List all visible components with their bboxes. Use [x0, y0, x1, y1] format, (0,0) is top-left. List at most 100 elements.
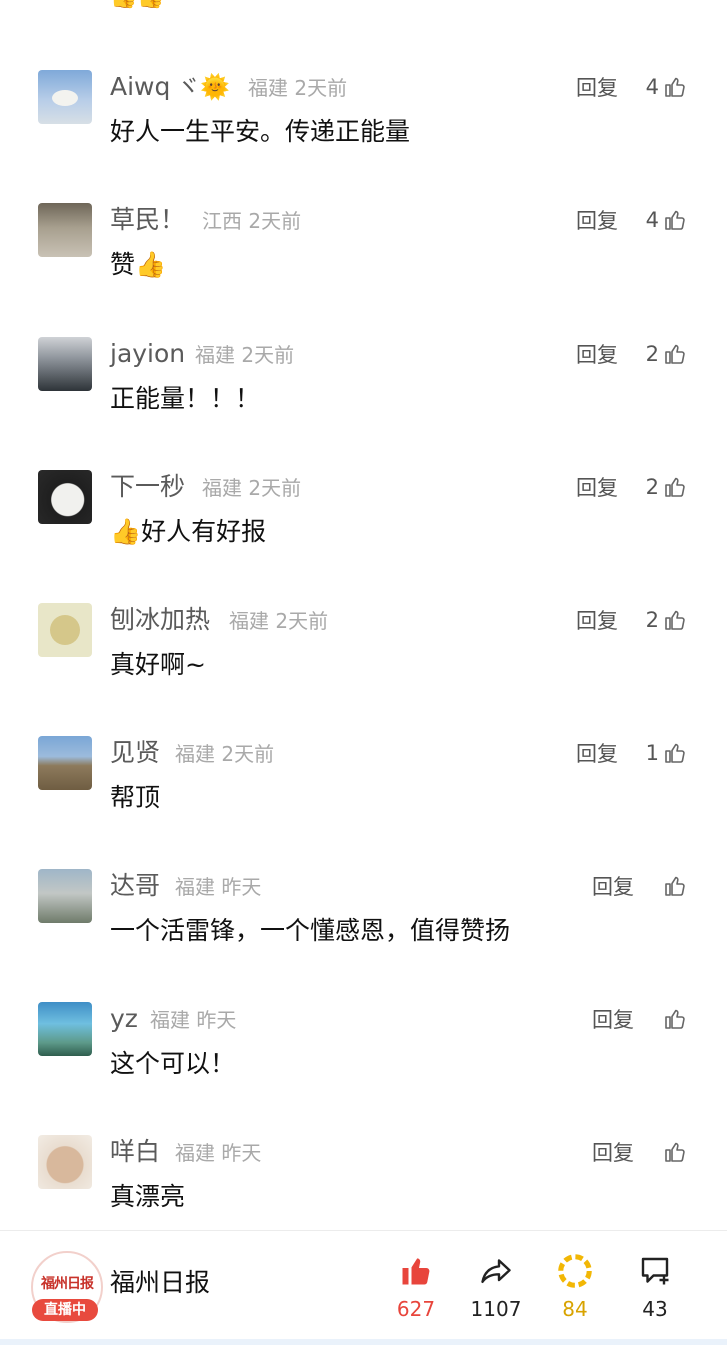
avatar[interactable] [38, 470, 92, 524]
share-action[interactable]: 1107 [456, 1251, 536, 1323]
username-text: 草民！ [110, 205, 186, 234]
avatar[interactable] [38, 203, 92, 257]
like-button[interactable] [659, 1004, 687, 1034]
comment-text: 真好啊~ [110, 650, 206, 679]
comment-meta: 福建 2天前 [202, 475, 301, 501]
reply-button[interactable]: 回复 [592, 1139, 634, 1167]
reply-button[interactable]: 回复 [576, 207, 618, 235]
region: 福建 [248, 76, 288, 100]
comment-meta: 福建 2天前 [195, 342, 294, 368]
like-button[interactable] [659, 871, 687, 901]
like-count: 4 [645, 75, 659, 99]
region: 福建 [229, 609, 269, 633]
region: 福建 [175, 875, 215, 899]
username[interactable]: 达哥 [110, 869, 160, 903]
thumbs-up-icon [663, 1007, 687, 1031]
username[interactable]: jayion [110, 337, 185, 371]
timestamp: 2天前 [294, 76, 348, 100]
username[interactable]: 草民！ [110, 203, 185, 237]
username-text: 刨冰加热 [110, 605, 211, 634]
avatar[interactable] [38, 603, 92, 657]
thumbs-up-filled-icon [376, 1251, 456, 1291]
comment-meta: 福建 2天前 [229, 608, 328, 634]
comment-meta: 福建 昨天 [150, 1007, 236, 1033]
like-button[interactable]: 2 [646, 605, 687, 635]
comment-text: 真漂亮 [110, 1182, 186, 1211]
like-button[interactable]: 4 [646, 72, 687, 102]
comment-item: Aiwq ヾ🌞 福建 2天前 回复 4 好人一生平安。传递正能量 [0, 70, 727, 190]
thumbs-up-icon [663, 475, 687, 499]
like-button[interactable]: 1 [646, 738, 687, 768]
reply-button[interactable]: 回复 [576, 740, 618, 768]
comment-item: 下一秒 福建 2天前 回复 2 👍好人有好报 [0, 470, 727, 590]
username[interactable]: yz [110, 1002, 138, 1036]
like-count: 4 [645, 208, 659, 232]
region: 福建 [195, 343, 235, 367]
share-arrow-icon [456, 1251, 536, 1291]
brand-name[interactable]: 福州日报 [110, 1267, 210, 1299]
like-button[interactable]: 2 [646, 339, 687, 369]
comment-text: 赞👍 [110, 250, 167, 279]
username[interactable]: Aiwq ヾ🌞 [110, 70, 230, 104]
share-count: 1107 [470, 1297, 522, 1321]
username-text: jayion [110, 339, 186, 368]
bottom-action-bar: 福州日报 直播中 福州日报 627 1107 84 43 [0, 1230, 727, 1346]
like-button[interactable] [659, 1137, 687, 1167]
like-count: 2 [645, 342, 659, 366]
comment-text: 这个可以！ [110, 1049, 236, 1078]
reply-button[interactable]: 回复 [592, 1006, 634, 1034]
favorite-action[interactable]: 84 [535, 1251, 615, 1323]
comment-text: 好人一生平安。传递正能量 [110, 117, 411, 146]
username[interactable]: 见贤 [110, 736, 160, 770]
timestamp: 2天前 [221, 742, 275, 766]
avatar[interactable] [38, 1002, 92, 1056]
timestamp: 2天前 [248, 209, 302, 233]
comment-item: 刨冰加热 福建 2天前 回复 2 真好啊~ [0, 603, 727, 723]
like-action[interactable]: 627 [376, 1251, 456, 1323]
favorite-count: 84 [562, 1297, 588, 1321]
username-text: yz [110, 1004, 138, 1033]
reply-button[interactable]: 回复 [576, 74, 618, 102]
comment-meta: 江西 2天前 [202, 208, 301, 234]
comment-text: 帮顶 [110, 783, 161, 812]
avatar[interactable] [38, 337, 92, 391]
reply-button[interactable]: 回复 [576, 341, 618, 369]
thumbs-up-icon [663, 608, 687, 632]
reply-button[interactable]: 回复 [592, 873, 634, 901]
avatar[interactable] [38, 70, 92, 124]
avatar[interactable] [38, 736, 92, 790]
like-button[interactable]: 2 [646, 472, 687, 502]
region: 福建 [175, 742, 215, 766]
comment-meta: 福建 2天前 [248, 75, 347, 101]
like-count-total: 627 [396, 1297, 436, 1321]
username-text: Aiwq [110, 72, 171, 101]
thumbs-up-icon [663, 874, 687, 898]
partial-emoji: 👍👍 [110, 0, 165, 10]
live-badge: 直播中 [32, 1299, 98, 1321]
like-count: 1 [645, 741, 659, 765]
timestamp: 昨天 [196, 1008, 237, 1032]
reply-button[interactable]: 回复 [576, 474, 618, 502]
thumbs-up-icon [663, 75, 687, 99]
avatar[interactable] [38, 1135, 92, 1189]
comment-meta: 福建 昨天 [175, 874, 261, 900]
like-button[interactable]: 4 [646, 205, 687, 235]
logo-text: 福州日报 [41, 1276, 94, 1292]
comment-count: 43 [642, 1297, 668, 1321]
username[interactable]: 刨冰加热 [110, 603, 210, 637]
username[interactable]: 下一秒 [110, 470, 185, 504]
comment-text: 👍好人有好报 [110, 517, 267, 546]
reply-button[interactable]: 回复 [576, 607, 618, 635]
region: 福建 [202, 476, 242, 500]
avatar[interactable] [38, 869, 92, 923]
bottom-edge [0, 1339, 727, 1345]
timestamp: 昨天 [221, 1141, 262, 1165]
thumbs-up-icon [663, 208, 687, 232]
comment-item: 草民！ 江西 2天前 回复 4 赞👍 [0, 203, 727, 323]
thumbs-up-icon [663, 741, 687, 765]
timestamp: 2天前 [241, 343, 295, 367]
comment-action[interactable]: 43 [615, 1251, 695, 1323]
username[interactable]: 咩白 [110, 1135, 160, 1169]
thumbs-up-icon [663, 342, 687, 366]
username-text: 咩白 [110, 1137, 161, 1166]
